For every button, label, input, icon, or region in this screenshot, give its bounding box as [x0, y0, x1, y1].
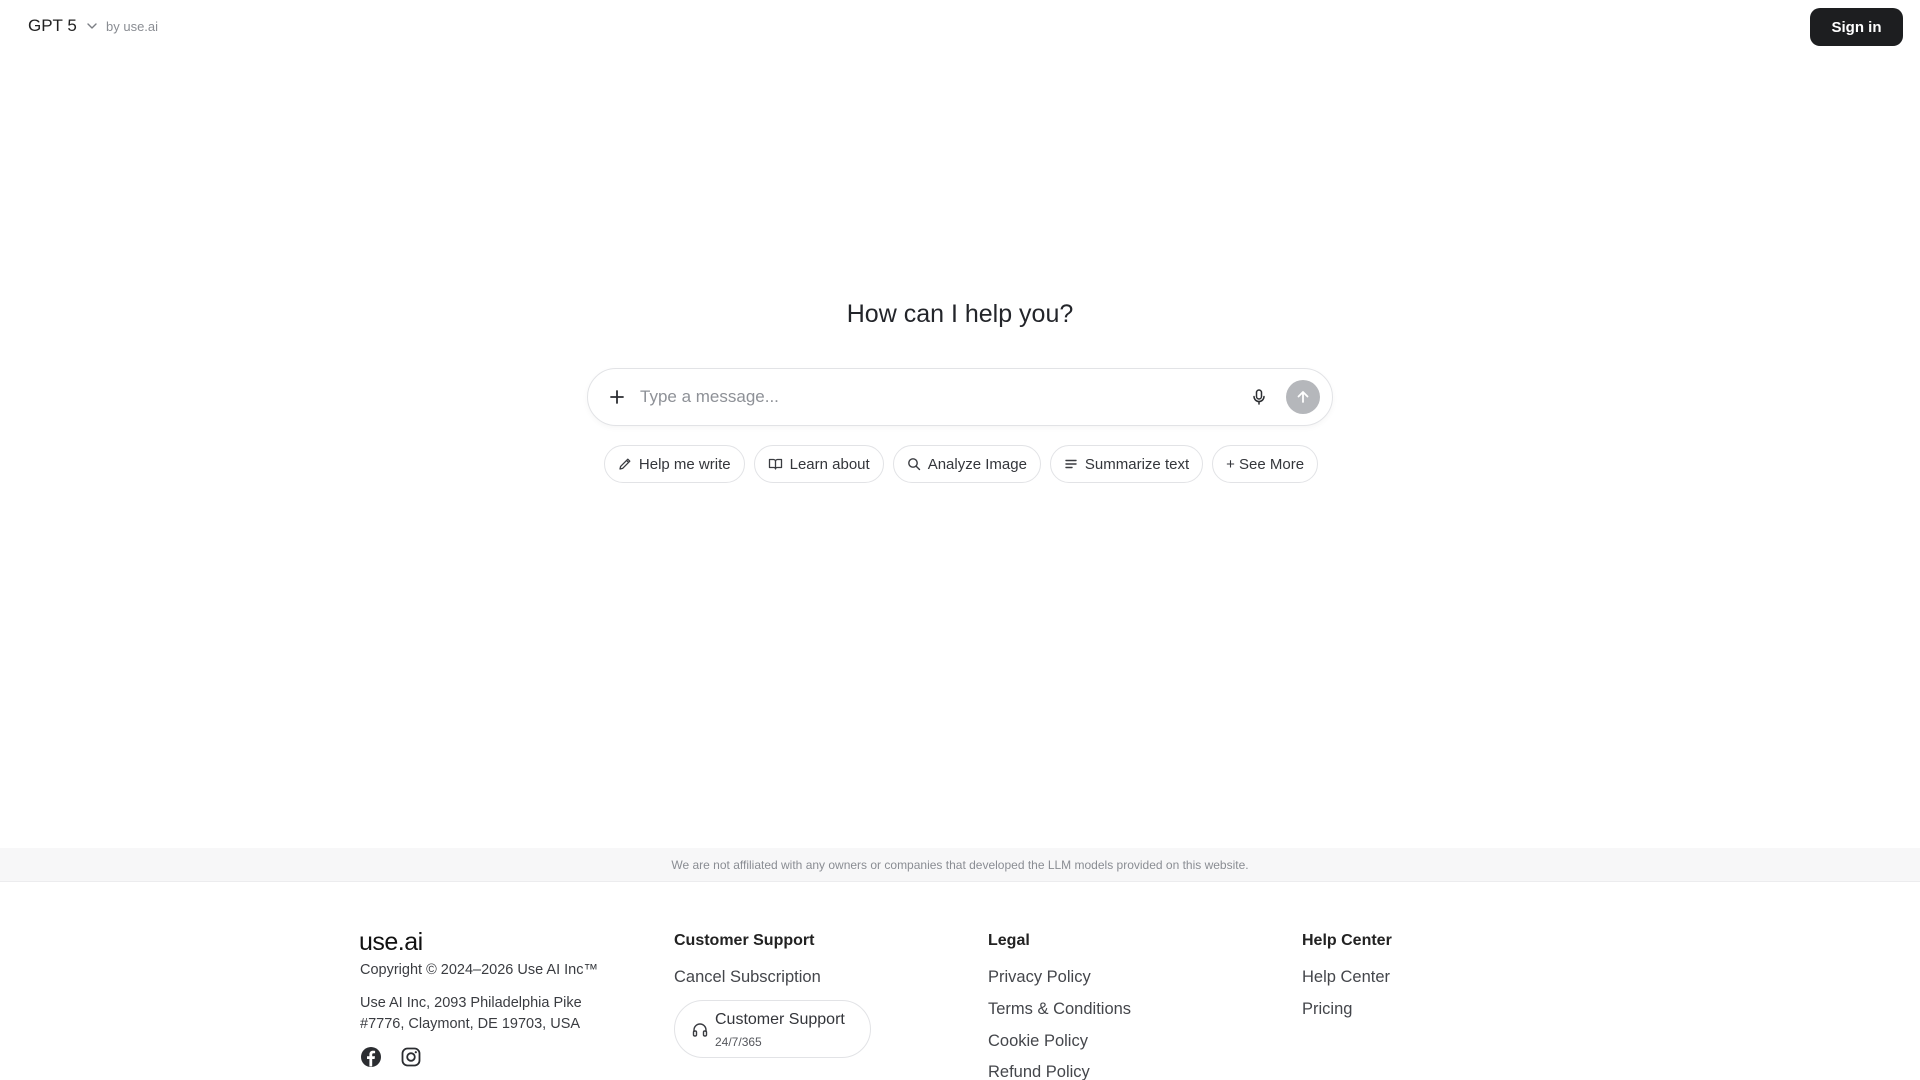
chip-label: Summarize text — [1084, 455, 1190, 473]
footer-link-privacy-policy[interactable]: Privacy Policy — [988, 968, 1091, 987]
lines-icon — [1065, 459, 1077, 469]
chip-see-more[interactable]: + See More — [1212, 445, 1319, 483]
footer-logo[interactable]: use.ai — [359, 928, 423, 957]
footer-link-cookie-policy[interactable]: Cookie Policy — [988, 1032, 1088, 1051]
arrow-up-icon — [1297, 391, 1309, 403]
suggestion-chips: Help me write Learn about Analyze Image … — [0, 445, 1920, 483]
byline: by use.ai — [106, 19, 159, 34]
chip-label: Analyze Image — [927, 455, 1027, 473]
pencil-icon — [619, 458, 631, 470]
address-line: #7776, Claymont, DE 19703, USA — [360, 1016, 581, 1032]
customer-support-button[interactable]: Customer Support 24/7/365 — [674, 1000, 871, 1058]
headset-icon — [691, 1021, 709, 1039]
chevron-down-icon — [85, 19, 99, 33]
company-address: Use AI Inc, 2093 Philadelphia Pike #7776… — [360, 993, 620, 1035]
microphone-button[interactable] — [1246, 384, 1272, 410]
search-icon — [907, 458, 920, 471]
sign-in-button[interactable]: Sign in — [1810, 8, 1903, 46]
chip-label: Help me write — [638, 455, 731, 473]
footer-link-terms[interactable]: Terms & Conditions — [988, 1000, 1131, 1019]
footer-heading-help-center: Help Center — [1302, 932, 1392, 949]
book-icon — [768, 458, 782, 470]
chip-learn-about[interactable]: Learn about — [753, 445, 884, 483]
model-selector[interactable]: GPT 5 — [28, 16, 99, 36]
address-line: Use AI Inc, 2093 Philadelphia Pike — [360, 995, 582, 1011]
instagram-icon[interactable] — [400, 1046, 422, 1068]
support-card-hours: 24/7/365 — [715, 1035, 762, 1049]
chip-label: + See More — [1226, 455, 1305, 473]
header: GPT 5 by use.ai Sign in — [0, 0, 1920, 54]
facebook-icon[interactable] — [360, 1046, 382, 1068]
copyright: Copyright © 2024–2026 Use AI Inc™ — [360, 962, 598, 978]
chip-summarize-text[interactable]: Summarize text — [1049, 445, 1204, 483]
support-card-title: Customer Support — [715, 1011, 845, 1028]
plus-icon — [610, 390, 624, 404]
footer-heading-customer-support: Customer Support — [674, 932, 815, 949]
chip-label: Learn about — [789, 455, 870, 473]
footer-link-refund-policy[interactable]: Refund Policy — [988, 1063, 1090, 1080]
footer-link-help-center[interactable]: Help Center — [1302, 968, 1390, 987]
page: GPT 5 by use.ai Sign in How can I help y… — [0, 0, 1920, 1080]
add-attachment-button[interactable] — [602, 382, 632, 412]
message-input[interactable] — [640, 381, 1220, 413]
page-title: How can I help you? — [846, 300, 1074, 328]
model-name: GPT 5 — [28, 16, 77, 35]
chip-help-me-write[interactable]: Help me write — [603, 445, 745, 483]
send-button[interactable] — [1286, 380, 1320, 414]
footer-link-pricing[interactable]: Pricing — [1302, 1000, 1352, 1019]
disclaimer-bar: We are not affiliated with any owners or… — [0, 848, 1920, 882]
footer-link-cancel-subscription[interactable]: Cancel Subscription — [674, 968, 821, 987]
social-links — [360, 1046, 422, 1068]
message-composer — [587, 368, 1333, 426]
microphone-icon — [1253, 389, 1265, 405]
footer: use.ai Copyright © 2024–2026 Use AI Inc™… — [0, 882, 1920, 1080]
chip-analyze-image[interactable]: Analyze Image — [892, 445, 1041, 483]
footer-heading-legal: Legal — [988, 932, 1030, 949]
